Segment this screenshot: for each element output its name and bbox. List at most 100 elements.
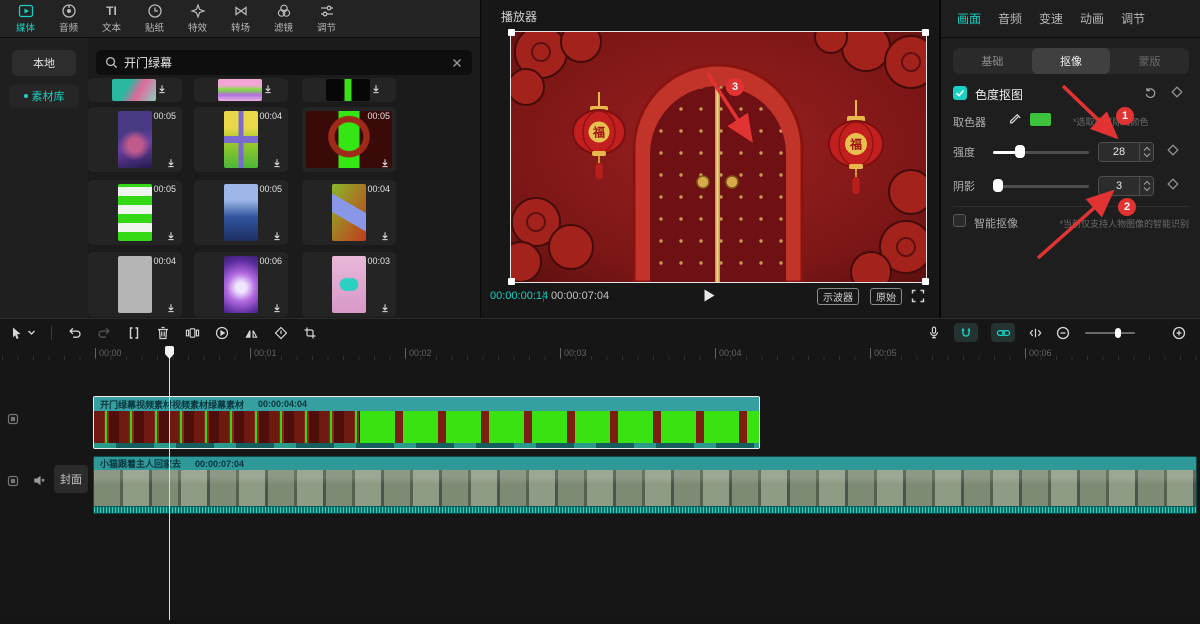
strength-stepper[interactable] bbox=[1139, 143, 1153, 161]
download-icon[interactable] bbox=[379, 157, 391, 169]
tab-text[interactable]: TI 文本 bbox=[90, 3, 133, 34]
original-button[interactable]: 原始 bbox=[870, 288, 902, 305]
download-icon[interactable] bbox=[271, 230, 283, 242]
tab-transition[interactable]: 转场 bbox=[219, 3, 262, 34]
mirror-button[interactable] bbox=[244, 326, 259, 340]
timeline-zoom-slider[interactable] bbox=[1085, 332, 1135, 334]
zoom-in-button[interactable] bbox=[1172, 326, 1186, 340]
search-input[interactable]: 开门绿幕 bbox=[96, 50, 472, 75]
keyframe-icon[interactable] bbox=[1171, 86, 1183, 98]
selection-handle-bl[interactable] bbox=[508, 278, 515, 285]
undo-button[interactable] bbox=[67, 325, 82, 340]
media-item[interactable]: 00:05 bbox=[302, 107, 396, 172]
picked-color-swatch[interactable] bbox=[1029, 112, 1052, 127]
video-preview[interactable]: 福 福 bbox=[511, 32, 926, 282]
strength-keyframe-icon[interactable] bbox=[1167, 144, 1179, 156]
cover-button[interactable]: 封面 bbox=[54, 465, 88, 493]
media-thumbnail bbox=[332, 256, 366, 313]
timeline-clip-greenscreen[interactable]: 开门绿幕视频素材视频素材绿幕素材 00:00:04:04 bbox=[93, 396, 760, 449]
crop-button[interactable] bbox=[303, 326, 317, 340]
media-thumbnail bbox=[224, 111, 258, 168]
timeline-zoom-handle[interactable] bbox=[1115, 328, 1121, 338]
download-icon[interactable] bbox=[271, 302, 283, 314]
select-tool-button[interactable] bbox=[10, 326, 36, 340]
tab-speed[interactable]: 变速 bbox=[1039, 10, 1063, 27]
preview-axis-toggle[interactable] bbox=[1028, 326, 1043, 340]
selection-handle-br[interactable] bbox=[922, 278, 929, 285]
download-icon[interactable] bbox=[370, 83, 382, 95]
strength-slider-handle[interactable] bbox=[1015, 145, 1025, 158]
download-icon[interactable] bbox=[379, 230, 391, 242]
download-icon[interactable] bbox=[379, 302, 391, 314]
subtab-basic[interactable]: 基础 bbox=[953, 48, 1032, 74]
download-icon[interactable] bbox=[271, 157, 283, 169]
tab-adjust-insp[interactable]: 调节 bbox=[1121, 10, 1145, 27]
media-item[interactable]: 00:03 bbox=[302, 252, 396, 317]
redo-button[interactable] bbox=[97, 325, 112, 340]
media-item[interactable] bbox=[194, 78, 288, 102]
tab-effects[interactable]: 特效 bbox=[176, 3, 219, 34]
delete-button[interactable] bbox=[156, 326, 170, 340]
linkage-toggle[interactable] bbox=[991, 323, 1015, 342]
download-icon[interactable] bbox=[165, 157, 177, 169]
download-icon[interactable] bbox=[156, 83, 168, 95]
download-icon[interactable] bbox=[165, 302, 177, 314]
shadow-stepper[interactable] bbox=[1139, 177, 1153, 195]
media-item[interactable]: 00:04 bbox=[194, 107, 288, 172]
media-item[interactable] bbox=[88, 78, 182, 102]
media-item[interactable] bbox=[302, 78, 396, 102]
subtab-keying[interactable]: 抠像 bbox=[1032, 48, 1111, 74]
tab-picture[interactable]: 画面 bbox=[957, 10, 981, 27]
split-button[interactable] bbox=[127, 326, 141, 340]
shadow-slider-handle[interactable] bbox=[993, 179, 1003, 192]
smart-keying-checkbox[interactable] bbox=[953, 214, 966, 227]
play-button[interactable] bbox=[703, 288, 716, 303]
selection-handle-tr[interactable] bbox=[922, 29, 929, 36]
tab-audio-label: 音频 bbox=[59, 20, 78, 34]
tab-adjust[interactable]: 调节 bbox=[305, 3, 348, 34]
track1-toggle-icon[interactable] bbox=[7, 413, 19, 425]
shadow-slider[interactable] bbox=[993, 185, 1089, 188]
media-item[interactable]: 00:06 bbox=[194, 252, 288, 317]
sidebar-item-local[interactable]: 本地 bbox=[12, 50, 76, 76]
smart-keying-row: 智能抠像 *当前仅支持人物图像的智能识别 bbox=[953, 214, 1189, 230]
clear-search-icon[interactable] bbox=[451, 57, 463, 69]
media-item[interactable]: 00:04 bbox=[88, 252, 182, 317]
sidebar-item-library[interactable]: 素材库 bbox=[9, 84, 79, 108]
record-mic-button[interactable] bbox=[927, 325, 941, 340]
strength-value-box[interactable]: 28 bbox=[1098, 142, 1154, 162]
scope-button[interactable]: 示波器 bbox=[817, 288, 859, 305]
timeline-clip-cat-video[interactable]: 小猫跟着主人回家去 00:00:07:04 bbox=[93, 456, 1197, 514]
magnet-snap-toggle[interactable] bbox=[954, 323, 978, 342]
media-item[interactable]: 00:04 bbox=[302, 180, 396, 245]
media-item[interactable]: 00:05 bbox=[88, 107, 182, 172]
playhead-line[interactable] bbox=[169, 346, 170, 620]
reverse-button[interactable] bbox=[215, 326, 229, 340]
eyedropper-icon[interactable] bbox=[1008, 113, 1022, 127]
tab-sticker[interactable]: 贴纸 bbox=[133, 3, 176, 34]
strength-slider[interactable] bbox=[993, 151, 1089, 154]
shadow-value-box[interactable]: 3 bbox=[1098, 176, 1154, 196]
freeze-frame-button[interactable] bbox=[185, 326, 200, 340]
download-icon[interactable] bbox=[165, 230, 177, 242]
chroma-key-checkbox[interactable] bbox=[953, 86, 967, 100]
media-item[interactable]: 00:05 bbox=[88, 180, 182, 245]
tab-animation[interactable]: 动画 bbox=[1080, 10, 1104, 27]
mute-speaker-icon[interactable] bbox=[33, 474, 46, 487]
fullscreen-icon[interactable] bbox=[911, 289, 925, 303]
download-icon[interactable] bbox=[262, 83, 274, 95]
media-item[interactable]: 00:05 bbox=[194, 180, 288, 245]
subtab-mask[interactable]: 蒙版 bbox=[1110, 48, 1189, 74]
tab-media[interactable]: 媒体 bbox=[4, 3, 47, 34]
reset-icon[interactable] bbox=[1144, 86, 1157, 99]
zoom-out-button[interactable] bbox=[1056, 326, 1070, 340]
track2-toggle-icon[interactable] bbox=[7, 475, 19, 487]
tab-filter[interactable]: 滤镜 bbox=[262, 3, 305, 34]
shadow-keyframe-icon[interactable] bbox=[1167, 178, 1179, 190]
tab-audio-insp[interactable]: 音频 bbox=[998, 10, 1022, 27]
rotate-button[interactable] bbox=[274, 326, 288, 340]
timeline-ruler[interactable]: 00:00 00:01 00:02 00:03 00:04 00:05 00:0… bbox=[0, 346, 1200, 362]
tab-audio[interactable]: 音频 bbox=[47, 3, 90, 34]
selection-handle-tl[interactable] bbox=[508, 29, 515, 36]
media-duration: 00:05 bbox=[259, 184, 282, 194]
